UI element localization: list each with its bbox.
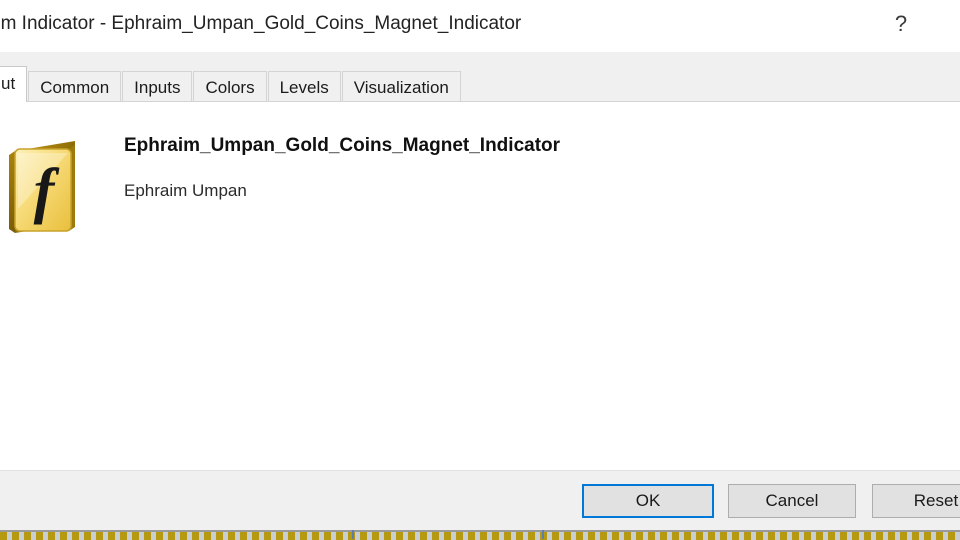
background-chart-tick [352,530,354,539]
tab-visualization[interactable]: Visualization [341,71,461,102]
indicator-author: Ephraim Umpan [124,181,247,200]
background-chart-tick [542,530,544,539]
indicator-name: Ephraim_Umpan_Gold_Coins_Magnet_Indicato… [124,135,561,156]
function-fx-icon: f [9,141,75,233]
window-title: om Indicator - Ephraim_Umpan_Gold_Coins_… [0,13,522,34]
background-chart-dashed-line [0,532,960,540]
about-pane: f Ephraim_Umpan_Gold_Coins_Magnet_Indica… [0,102,960,470]
tab-list: ut Common Inputs Colors Levels Visualiza… [0,66,462,102]
tab-levels[interactable]: Levels [267,71,341,102]
title-bar: om Indicator - Ephraim_Umpan_Gold_Coins_… [0,0,960,53]
cancel-button[interactable]: Cancel [728,484,856,518]
dialog-footer: OK Cancel Reset [0,470,960,531]
tab-colors[interactable]: Colors [193,71,267,102]
tab-strip: ut Common Inputs Colors Levels Visualiza… [0,52,960,102]
tab-inputs[interactable]: Inputs [122,71,193,102]
reset-button[interactable]: Reset [872,484,960,518]
custom-indicator-dialog: om Indicator - Ephraim_Umpan_Gold_Coins_… [0,0,960,540]
help-icon[interactable]: ? [886,8,916,40]
tab-common[interactable]: Common [28,71,122,102]
tab-about[interactable]: ut [0,66,28,102]
ok-button[interactable]: OK [582,484,714,518]
